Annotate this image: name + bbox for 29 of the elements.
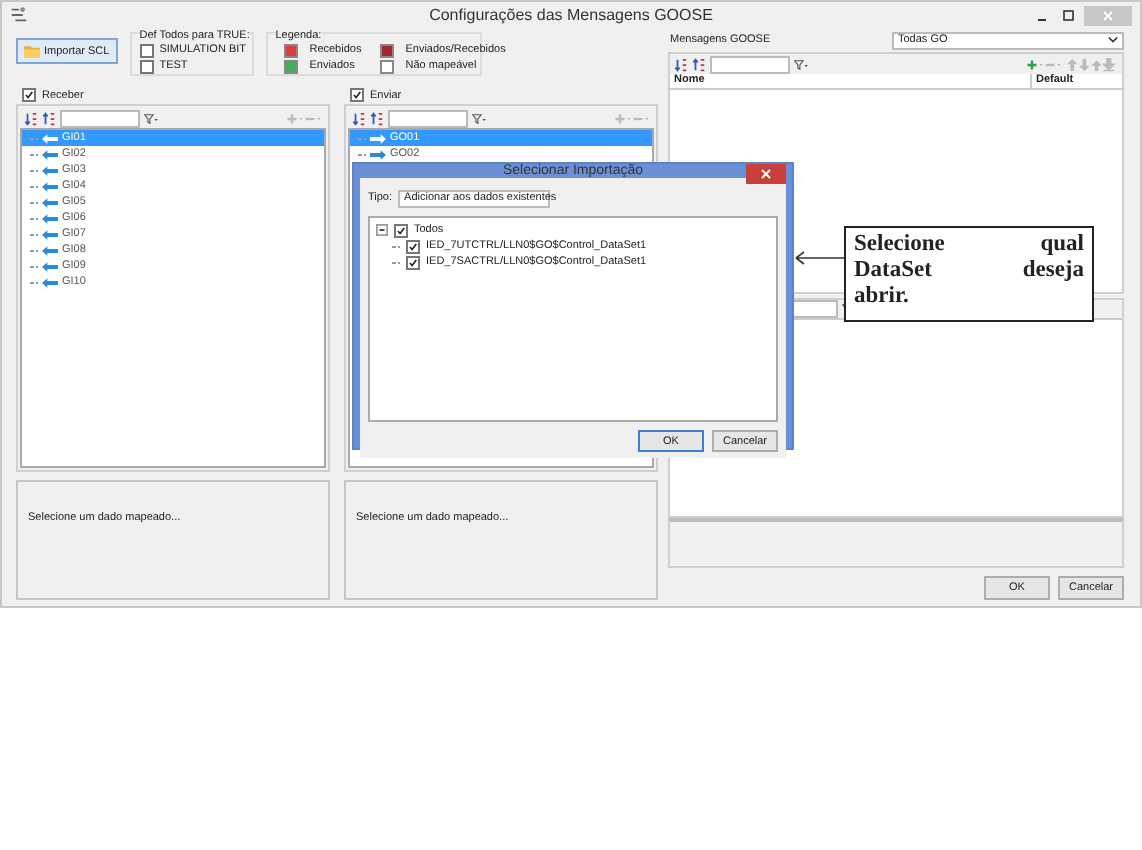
sort-ascending-icon[interactable]	[352, 111, 366, 125]
checkbox[interactable]	[139, 59, 154, 73]
checkbox[interactable]	[350, 88, 364, 102]
close-icon[interactable]	[746, 164, 786, 184]
folder-icon	[24, 44, 40, 58]
maximize-icon[interactable]	[1058, 7, 1078, 23]
search-field[interactable]	[710, 55, 790, 73]
search-field[interactable]	[790, 300, 838, 318]
collapse-icon[interactable]	[376, 224, 388, 236]
sort-descending-icon[interactable]	[42, 111, 56, 125]
leader-line	[794, 250, 846, 266]
sort-descending-icon[interactable]	[692, 57, 706, 71]
checkbox[interactable]	[406, 255, 420, 269]
sort-ascending-icon[interactable]	[24, 111, 38, 125]
checkbox[interactable]	[406, 239, 420, 253]
window-title: Configurações das Mensagens GOOSE	[429, 6, 713, 24]
chevron-down-icon	[1108, 36, 1118, 44]
sort-ascending-icon[interactable]	[674, 57, 688, 71]
filter-icon[interactable]	[472, 111, 486, 125]
search-field[interactable]	[388, 109, 468, 127]
app-icon	[10, 6, 28, 24]
checkbox[interactable]	[394, 223, 408, 237]
filter-icon[interactable]	[794, 57, 808, 71]
checkbox[interactable]	[139, 43, 154, 57]
callout-text: Selecione qual DataSet deseja abrir.	[844, 226, 1094, 322]
filter-icon[interactable]	[144, 111, 158, 125]
sort-descending-icon[interactable]	[370, 111, 384, 125]
search-field[interactable]	[60, 109, 140, 127]
checkbox[interactable]	[22, 88, 36, 102]
